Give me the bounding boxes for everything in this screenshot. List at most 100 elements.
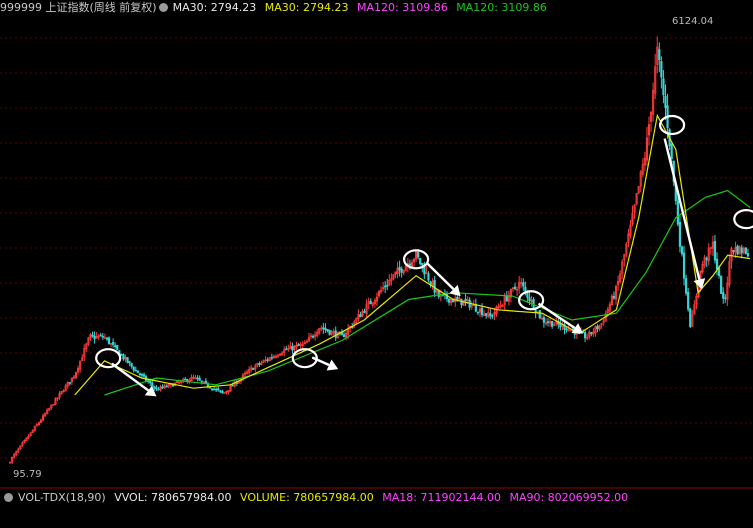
candle-body xyxy=(340,332,344,336)
candle-body xyxy=(740,247,743,254)
candle-body xyxy=(524,286,527,292)
candle-body xyxy=(534,309,537,313)
candle-body xyxy=(417,252,420,258)
candle-body xyxy=(369,300,372,305)
candle-body xyxy=(101,335,104,338)
candle-body xyxy=(682,252,686,279)
candle-body xyxy=(326,329,329,332)
candle-body xyxy=(285,348,288,351)
candle-body xyxy=(456,296,459,300)
ma120-line xyxy=(104,189,751,396)
candle-body xyxy=(538,310,541,319)
candle-body xyxy=(270,357,273,359)
candle-body xyxy=(705,258,708,260)
candle-body xyxy=(128,361,131,364)
candle-body xyxy=(107,337,111,344)
candle-body xyxy=(120,354,123,356)
candle-body xyxy=(612,296,616,299)
candle-body xyxy=(713,241,717,261)
candle-body xyxy=(149,380,152,384)
candle-body xyxy=(421,262,424,266)
vvol-value: VVOL: 780657984.00 xyxy=(114,491,232,504)
ma120-value-2: MA120: 3109.86 xyxy=(456,1,547,14)
candle-body xyxy=(505,296,508,302)
candle-body xyxy=(112,342,115,345)
candle-body xyxy=(91,334,94,337)
candle-body xyxy=(687,292,690,310)
candle-body xyxy=(590,332,593,335)
candle-body xyxy=(744,247,747,254)
price-gridlines xyxy=(0,37,753,459)
candle-body xyxy=(398,266,401,271)
candle-body xyxy=(342,334,346,338)
annotation-circle xyxy=(658,114,686,136)
candle-body xyxy=(678,222,682,247)
candle-body xyxy=(231,384,234,387)
candle-body xyxy=(328,329,331,335)
candle-body xyxy=(660,61,663,78)
candle-body xyxy=(513,286,517,289)
candle-body xyxy=(126,357,129,363)
candle-body xyxy=(720,275,723,294)
candle-body xyxy=(680,246,684,255)
candle-body xyxy=(685,278,688,294)
candle-body xyxy=(217,388,220,391)
candle-body xyxy=(266,359,269,361)
candle-body xyxy=(252,367,255,370)
ma90-value: MA90: 802069952.00 xyxy=(509,491,629,504)
candle-body xyxy=(596,326,599,330)
candle-body xyxy=(676,200,679,225)
candle-body xyxy=(153,386,156,389)
candle-body xyxy=(522,282,525,287)
candle-body xyxy=(658,49,661,61)
candle-body xyxy=(142,374,146,377)
low-price-label: 95.79 xyxy=(13,469,42,480)
candle-body xyxy=(157,388,160,391)
candle-body xyxy=(546,321,550,323)
candle-body xyxy=(258,363,261,365)
candle-body xyxy=(132,366,135,371)
candle-body xyxy=(670,143,673,160)
candle-body xyxy=(736,245,739,255)
candle-body xyxy=(542,317,545,323)
candle-body xyxy=(215,388,218,391)
candle-body xyxy=(489,313,492,317)
candle-body xyxy=(724,297,727,300)
kline-chart[interactable]: 6124.04 95.79 xyxy=(0,0,753,528)
candle-body xyxy=(732,250,735,252)
candle-body xyxy=(480,307,484,316)
volume-header: VOL-TDX(18,90) VVOL: 780657984.00 VOLUME… xyxy=(0,490,753,506)
high-price-label: 6124.04 xyxy=(672,16,713,27)
candle-body xyxy=(196,377,199,380)
ma30-value: MA30: 2794.23 xyxy=(172,1,257,14)
candle-body xyxy=(419,257,422,265)
candle-body xyxy=(408,263,412,266)
candle-body xyxy=(559,323,562,328)
ma18-value: MA18: 711902144.00 xyxy=(382,491,501,504)
symbol-title: 999999 上证指数(周线 前复权) xyxy=(0,1,157,14)
candle-body xyxy=(565,328,568,331)
candle-body xyxy=(359,314,362,318)
candle-body xyxy=(93,335,96,340)
settings-circle-icon[interactable] xyxy=(158,3,168,12)
candle-body xyxy=(715,258,719,270)
volume-settings-circle-icon[interactable] xyxy=(4,493,13,502)
ma30-value-2: MA30: 2794.23 xyxy=(264,1,349,14)
candle-body xyxy=(464,298,467,302)
candle-body xyxy=(551,320,554,327)
candle-body xyxy=(99,334,102,337)
candle-body xyxy=(105,337,109,340)
candle-body xyxy=(210,388,214,390)
candle-body xyxy=(433,279,436,293)
candle-body xyxy=(363,310,366,313)
candle-body xyxy=(584,332,587,339)
candle-body xyxy=(447,298,451,303)
candle-body xyxy=(134,369,137,372)
candle-body xyxy=(136,370,139,374)
candle-body xyxy=(184,378,187,381)
candle-body xyxy=(116,344,119,350)
volume-value: VOLUME: 780657984.00 xyxy=(240,491,374,504)
candle-body xyxy=(491,315,494,317)
candle-body xyxy=(662,78,665,96)
candle-body xyxy=(386,284,389,287)
